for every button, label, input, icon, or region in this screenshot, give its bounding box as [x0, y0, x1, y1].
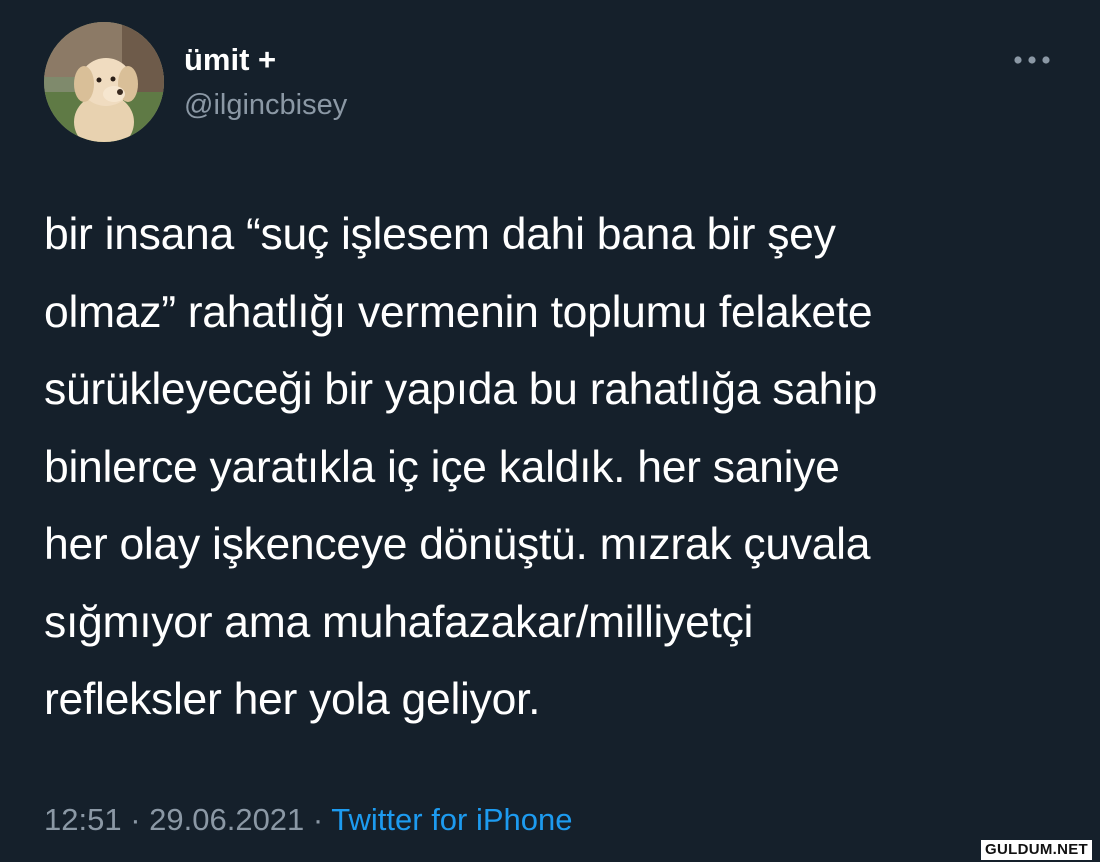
dog-avatar-icon	[44, 22, 164, 142]
tweet-card: ümit + @ilgincbisey bir insana “suç işle…	[0, 0, 1100, 862]
meta-separator: ·	[304, 802, 332, 837]
tweet-source-link[interactable]: Twitter for iPhone	[331, 802, 572, 837]
tweet-meta: 12:51 · 29.06.2021 · Twitter for iPhone	[44, 800, 573, 840]
site-watermark: GULDUM.NET	[981, 840, 1092, 860]
more-options-button[interactable]	[1004, 44, 1060, 76]
tweet-time[interactable]: 12:51	[44, 802, 122, 837]
display-name[interactable]: ümit +	[184, 40, 276, 80]
avatar[interactable]	[44, 22, 164, 142]
meta-separator: ·	[121, 802, 150, 837]
more-horizontal-icon	[1014, 56, 1050, 64]
tweet-text: bir insana “suç işlesem dahi bana bir şe…	[44, 210, 878, 724]
tweet-date[interactable]: 29.06.2021	[149, 802, 304, 837]
user-handle[interactable]: @ilgincbisey	[184, 86, 347, 124]
